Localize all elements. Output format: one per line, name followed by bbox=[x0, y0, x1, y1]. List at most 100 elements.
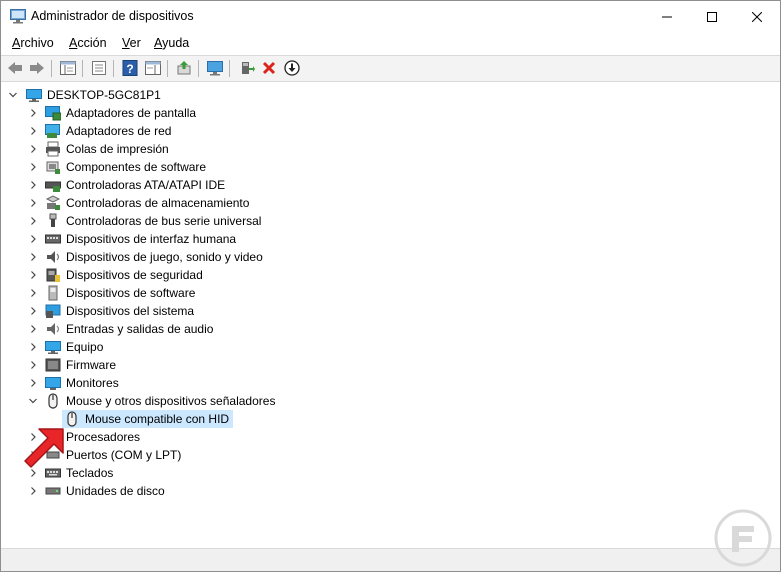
disk-drive-icon bbox=[45, 487, 61, 495]
window-title: Administrador de dispositivos bbox=[31, 9, 194, 23]
action-pane-icon[interactable] bbox=[144, 60, 162, 76]
forward-icon[interactable] bbox=[28, 60, 46, 76]
security-device-icon bbox=[46, 268, 60, 282]
chevron-right-icon[interactable] bbox=[28, 161, 38, 173]
toolbar-separator bbox=[198, 60, 199, 77]
tree-item-componentes-de-software[interactable]: Componentes de software bbox=[1, 158, 780, 176]
chevron-right-icon[interactable] bbox=[28, 251, 38, 263]
uninstall-device-icon[interactable] bbox=[260, 60, 278, 76]
scan-hardware-icon[interactable] bbox=[206, 60, 224, 76]
tree-item-equipo[interactable]: Equipo bbox=[1, 338, 780, 356]
tree-item-label: Mouse y otros dispositivos señaladores bbox=[66, 394, 276, 408]
console-tree-icon[interactable] bbox=[59, 60, 77, 76]
tree-item-mouse-compatible-con-hid[interactable]: Mouse compatible con HID bbox=[1, 410, 780, 428]
tree-item-label: Teclados bbox=[66, 466, 114, 480]
toolbar-separator bbox=[167, 60, 168, 77]
hid-icon bbox=[45, 234, 61, 244]
tree-item-label: Puertos (COM y LPT) bbox=[66, 448, 182, 462]
properties-icon[interactable] bbox=[90, 60, 108, 76]
chevron-right-icon[interactable] bbox=[28, 359, 38, 371]
tree-item-colas-de-impresion[interactable]: Colas de impresión bbox=[1, 140, 780, 158]
software-component-icon bbox=[46, 161, 60, 174]
chevron-right-icon[interactable] bbox=[28, 323, 38, 335]
chevron-right-icon[interactable] bbox=[28, 377, 38, 389]
tree-item-label: Entradas y salidas de audio bbox=[66, 322, 214, 336]
computer-icon bbox=[26, 89, 42, 102]
tree-item-controladoras-ata[interactable]: Controladoras ATA/ATAPI IDE bbox=[1, 176, 780, 194]
tree-item-dispositivos-de-interfaz-humana[interactable]: Dispositivos de interfaz humana bbox=[1, 230, 780, 248]
menu-archivo-label: rchivo bbox=[20, 36, 54, 50]
tree-item-teclados[interactable]: Teclados bbox=[1, 464, 780, 482]
tree-item-monitores[interactable]: Monitores bbox=[1, 374, 780, 392]
watermark-logo bbox=[714, 509, 772, 567]
toolbar: ? bbox=[1, 55, 780, 82]
menu-bar: Archivo Acción Ver Ayuda bbox=[1, 32, 780, 54]
tree-item-adaptadores-de-pantalla[interactable]: Adaptadores de pantalla bbox=[1, 104, 780, 122]
chevron-right-icon[interactable] bbox=[28, 197, 38, 209]
toolbar-separator bbox=[113, 60, 114, 77]
tree-item-puertos[interactable]: Puertos (COM y LPT) bbox=[1, 446, 780, 464]
menu-ver-label: er bbox=[129, 36, 141, 50]
chevron-right-icon[interactable] bbox=[28, 125, 38, 137]
maximize-button[interactable] bbox=[689, 1, 735, 32]
chevron-right-icon[interactable] bbox=[28, 215, 38, 227]
device-tree[interactable]: DESKTOP-5GC81P1 Adaptadores de pantalla … bbox=[1, 82, 780, 547]
mouse-icon bbox=[48, 393, 58, 409]
tree-item-label: Dispositivos de juego, sonido y video bbox=[66, 250, 263, 264]
close-button[interactable] bbox=[734, 1, 780, 32]
device-manager-app-icon bbox=[10, 9, 26, 24]
close-icon bbox=[752, 11, 762, 22]
tree-item-adaptadores-de-red[interactable]: Adaptadores de red bbox=[1, 122, 780, 140]
tree-item-label: Dispositivos de seguridad bbox=[66, 268, 203, 282]
tree-root[interactable]: DESKTOP-5GC81P1 bbox=[1, 86, 780, 104]
menu-ayuda-accesskey: A bbox=[154, 36, 163, 50]
download-icon[interactable] bbox=[283, 60, 301, 76]
help-icon[interactable]: ? bbox=[121, 60, 139, 76]
minimize-button[interactable] bbox=[644, 1, 690, 32]
back-icon[interactable] bbox=[6, 60, 24, 76]
chevron-right-icon[interactable] bbox=[28, 107, 38, 119]
tree-item-unidades-de-disco[interactable]: Unidades de disco bbox=[1, 482, 780, 500]
chevron-right-icon[interactable] bbox=[28, 143, 38, 155]
tree-item-procesadores[interactable]: Procesadores bbox=[1, 428, 780, 446]
usb-icon bbox=[49, 213, 57, 227]
audio-io-icon bbox=[47, 323, 60, 335]
chevron-down-icon[interactable] bbox=[8, 89, 18, 101]
chevron-down-icon[interactable] bbox=[28, 395, 38, 407]
tree-item-dispositivos-de-juego[interactable]: Dispositivos de juego, sonido y video bbox=[1, 248, 780, 266]
title-bar[interactable]: Administrador de dispositivos bbox=[1, 1, 780, 32]
tree-item-label: Dispositivos de software bbox=[66, 286, 196, 300]
menu-accion[interactable]: Acción bbox=[69, 36, 107, 50]
status-bar bbox=[1, 548, 780, 571]
tree-item-dispositivos-de-software[interactable]: Dispositivos de software bbox=[1, 284, 780, 302]
monitor-icon bbox=[45, 377, 61, 390]
tree-item-label: Controladoras de almacenamiento bbox=[66, 196, 250, 210]
enable-device-icon[interactable] bbox=[237, 60, 255, 76]
tree-item-entradas-y-salidas-de-audio[interactable]: Entradas y salidas de audio bbox=[1, 320, 780, 338]
chevron-right-icon[interactable] bbox=[28, 485, 38, 497]
tree-item-controladoras-usb[interactable]: Controladoras de bus serie universal bbox=[1, 212, 780, 230]
tree-item-controladoras-de-almacenamiento[interactable]: Controladoras de almacenamiento bbox=[1, 194, 780, 212]
tree-item-dispositivos-del-sistema[interactable]: Dispositivos del sistema bbox=[1, 302, 780, 320]
tree-item-label: Controladoras ATA/ATAPI IDE bbox=[66, 178, 226, 192]
system-device-icon bbox=[45, 304, 61, 318]
tree-item-label: Equipo bbox=[66, 340, 104, 354]
chevron-right-icon[interactable] bbox=[28, 269, 38, 281]
chevron-right-icon[interactable] bbox=[28, 305, 38, 317]
menu-archivo[interactable]: Archivo bbox=[12, 36, 54, 50]
chevron-right-icon[interactable] bbox=[28, 341, 38, 353]
menu-ver[interactable]: Ver bbox=[122, 36, 141, 50]
tree-item-dispositivos-de-seguridad[interactable]: Dispositivos de seguridad bbox=[1, 266, 780, 284]
annotation-arrow-icon bbox=[24, 428, 64, 468]
toolbar-separator bbox=[82, 60, 83, 77]
chevron-right-icon[interactable] bbox=[28, 179, 38, 191]
menu-ayuda[interactable]: Ayuda bbox=[154, 36, 189, 50]
ide-controller-icon bbox=[45, 181, 61, 192]
chevron-right-icon[interactable] bbox=[28, 287, 38, 299]
tree-item-firmware[interactable]: Firmware bbox=[1, 356, 780, 374]
chevron-right-icon[interactable] bbox=[28, 233, 38, 245]
software-device-icon bbox=[48, 285, 58, 301]
update-driver-icon[interactable] bbox=[175, 60, 193, 76]
tree-item-mouse-y-otros[interactable]: Mouse y otros dispositivos señaladores bbox=[1, 392, 780, 410]
network-adapter-icon bbox=[45, 124, 60, 138]
